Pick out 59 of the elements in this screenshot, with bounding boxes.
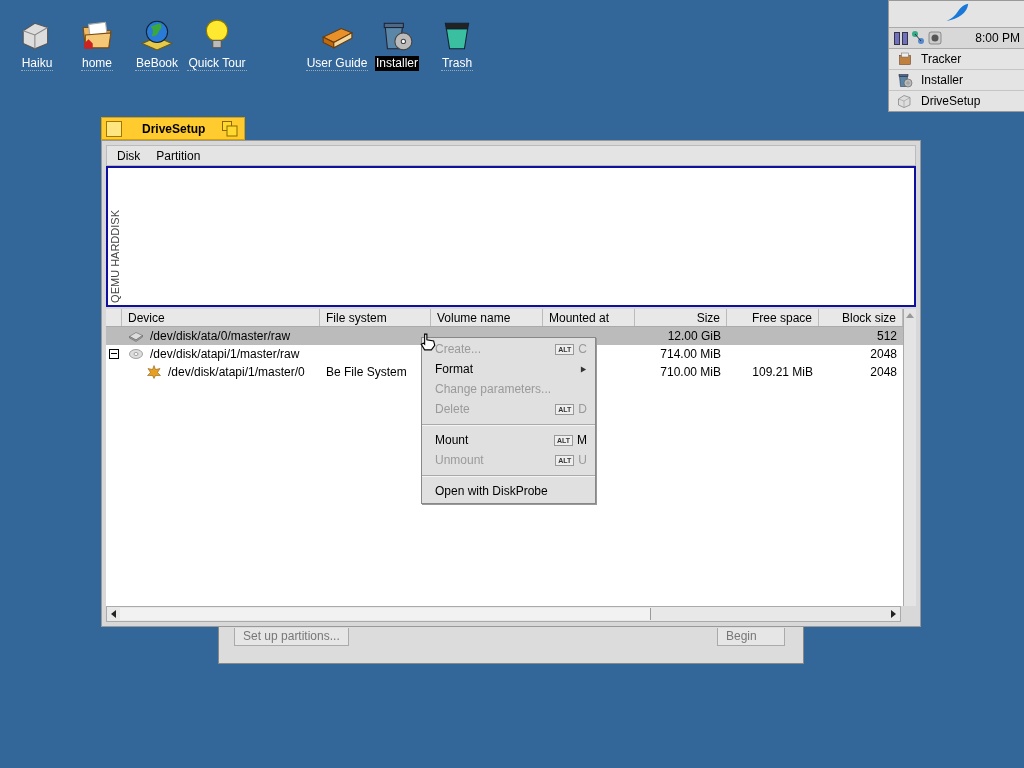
scroll-up-arrow-icon[interactable] (906, 313, 914, 318)
optical-disc-icon (128, 346, 144, 362)
table-cell: 12.00 GiB (667, 329, 721, 343)
menu-item[interactable]: Open with DiskProbe (422, 481, 595, 501)
table-cell: 512 (876, 329, 897, 343)
deskbar-item[interactable]: Installer (889, 70, 1024, 91)
tracker-icon (897, 51, 913, 67)
column-header[interactable]: File system (320, 309, 431, 326)
deskbar-item[interactable]: DriveSetup (889, 91, 1024, 111)
table-cell: /dev/disk/atapi/1/master/raw (150, 347, 300, 361)
cpu-monitor-icon (893, 30, 909, 46)
deskbar-item[interactable]: Tracker (889, 49, 1024, 70)
table-cell: Be File System (326, 365, 407, 379)
table-cell: 2048 (870, 365, 897, 379)
table-cell: 2048 (870, 347, 897, 361)
desktop-icon-label[interactable]: User Guide (305, 56, 369, 71)
table-cell: 714.00 MiB (660, 347, 721, 361)
clock-text[interactable]: 8:00 PM (975, 31, 1020, 45)
table-cell: /dev/disk/atapi/1/master/0 (168, 365, 305, 379)
shortcut-key: D (578, 402, 587, 416)
desktop-icon-label[interactable]: home (81, 56, 113, 71)
close-button[interactable] (106, 120, 122, 137)
desktop-icon-label[interactable]: Quick Tour (187, 56, 247, 71)
vertical-scrollbar[interactable] (903, 309, 916, 606)
desktop-icon-label[interactable]: Trash (440, 56, 474, 71)
scrollbar-thumb[interactable] (120, 608, 651, 620)
scroll-right-arrow-icon[interactable] (891, 610, 896, 618)
network-icon (910, 30, 926, 46)
desktop-icon-label[interactable]: Haiku (20, 56, 54, 71)
menu-title[interactable]: Partition (148, 148, 209, 163)
speaker-icon (927, 30, 943, 46)
menu-title[interactable]: Disk (109, 148, 149, 163)
shortcut-key: U (578, 453, 587, 467)
hand-cursor-icon (419, 333, 437, 351)
disk-label: QEMU HARDDISK (108, 209, 122, 305)
menu-item[interactable]: Format (422, 359, 595, 379)
window-title: DriveSetup (142, 121, 206, 136)
column-header[interactable]: Free space (727, 309, 819, 326)
table-cell: 710.00 MiB (660, 365, 721, 379)
desktop-icon-label[interactable]: Installer (375, 56, 419, 71)
window-button[interactable]: Begin (717, 628, 785, 646)
submenu-arrow-icon (580, 364, 587, 374)
shortcut-key: C (578, 342, 587, 356)
window-button[interactable]: Set up partitions... (234, 628, 349, 646)
table-cell: /dev/disk/ata/0/master/raw (150, 329, 291, 343)
drive-icon (897, 93, 913, 109)
shortcut-key: M (577, 433, 587, 447)
table-cell: 109.21 MiB (752, 365, 813, 379)
desktop-icon-label[interactable]: BeBook (135, 56, 179, 71)
globe-icon (140, 18, 174, 52)
column-header[interactable]: Size (635, 309, 727, 326)
horizontal-scrollbar[interactable] (106, 606, 901, 622)
column-header[interactable]: Mounted at (543, 309, 635, 326)
leaf-icon (146, 364, 162, 380)
selected-row[interactable]: /dev/disk/ata/0/master/raw 12.00 GiB 512 (106, 327, 903, 345)
trash-can-with-disc-icon (897, 72, 913, 88)
column-header[interactable]: Device (122, 309, 320, 326)
collapse-toggle-icon[interactable] (109, 349, 119, 359)
column-header[interactable]: Volume name (431, 309, 543, 326)
